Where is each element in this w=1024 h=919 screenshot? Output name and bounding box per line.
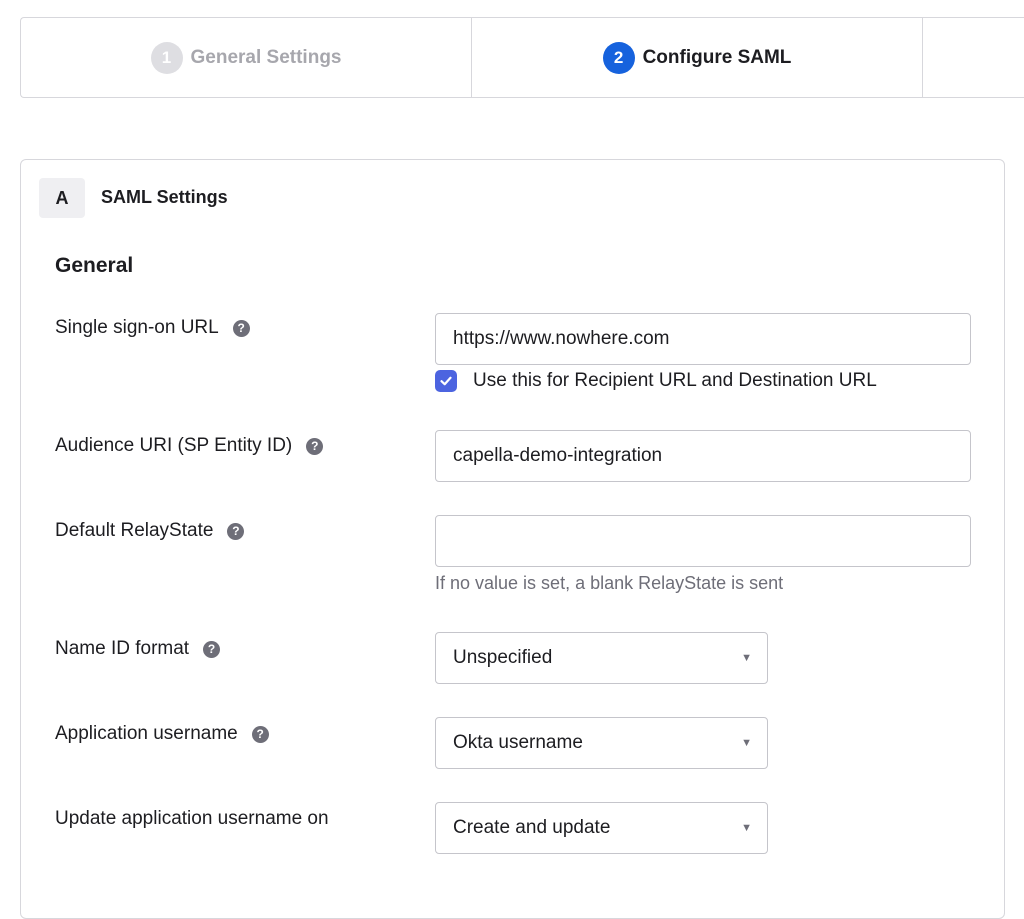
relay-state-hint: If no value is set, a blank RelayState i… xyxy=(435,573,784,593)
checkmark-icon xyxy=(440,376,452,386)
question-circle-icon[interactable]: ? xyxy=(306,437,324,455)
audience-uri-label-text: Audience URI (SP Entity ID) xyxy=(55,435,293,456)
step-number-1: 1 xyxy=(150,41,183,74)
caret-down-icon: ▼ xyxy=(741,737,752,749)
app-username-label: Application username ? xyxy=(55,723,269,745)
app-username-select[interactable]: Okta username ▼ xyxy=(435,717,768,769)
question-circle-icon[interactable]: ? xyxy=(232,319,250,337)
question-circle-icon[interactable]: ? xyxy=(251,725,269,743)
sso-url-input[interactable] xyxy=(435,313,971,365)
name-id-format-select[interactable]: Unspecified ▼ xyxy=(435,632,768,684)
update-username-on-label: Update application username on xyxy=(55,808,329,830)
update-username-on-label-text: Update application username on xyxy=(55,808,329,829)
saml-settings-card: A SAML Settings General Single sign-on U… xyxy=(20,159,1005,919)
group-title-general: General xyxy=(55,254,134,277)
relay-state-label-text: Default RelayState xyxy=(55,520,214,541)
step-configure-saml[interactable]: 2 Configure SAML xyxy=(472,18,923,97)
caret-down-icon: ▼ xyxy=(741,652,752,664)
sso-url-label: Single sign-on URL ? xyxy=(55,317,250,339)
app-username-value: Okta username xyxy=(453,732,583,753)
step-number-2: 2 xyxy=(602,41,635,74)
relay-state-input[interactable] xyxy=(435,515,971,567)
section-title: SAML Settings xyxy=(101,187,228,207)
sso-url-label-text: Single sign-on URL xyxy=(55,317,219,338)
question-circle-icon[interactable]: ? xyxy=(203,640,221,658)
update-username-on-select[interactable]: Create and update ▼ xyxy=(435,802,768,854)
name-id-format-label: Name ID format ? xyxy=(55,638,221,660)
audience-uri-label: Audience URI (SP Entity ID) ? xyxy=(55,435,324,457)
wizard-steps: 1 General Settings 2 Configure SAML xyxy=(20,17,1024,98)
step-label-general-settings: General Settings xyxy=(190,46,342,68)
section-letter-badge: A xyxy=(39,178,85,218)
step-general-settings[interactable]: 1 General Settings xyxy=(21,18,472,97)
recipient-url-checkbox-label: Use this for Recipient URL and Destinati… xyxy=(473,370,877,391)
step-next-placeholder xyxy=(923,18,1024,97)
recipient-url-checkbox-row[interactable]: Use this for Recipient URL and Destinati… xyxy=(435,370,877,392)
name-id-format-value: Unspecified xyxy=(453,647,553,668)
app-username-label-text: Application username xyxy=(55,723,238,744)
step-label-configure-saml: Configure SAML xyxy=(642,46,792,68)
name-id-format-label-text: Name ID format xyxy=(55,638,190,659)
recipient-url-checkbox[interactable] xyxy=(435,370,457,392)
audience-uri-input[interactable] xyxy=(435,430,971,482)
caret-down-icon: ▼ xyxy=(741,822,752,834)
question-circle-icon[interactable]: ? xyxy=(227,522,245,540)
update-username-on-value: Create and update xyxy=(453,817,611,838)
relay-state-label: Default RelayState ? xyxy=(55,520,245,542)
